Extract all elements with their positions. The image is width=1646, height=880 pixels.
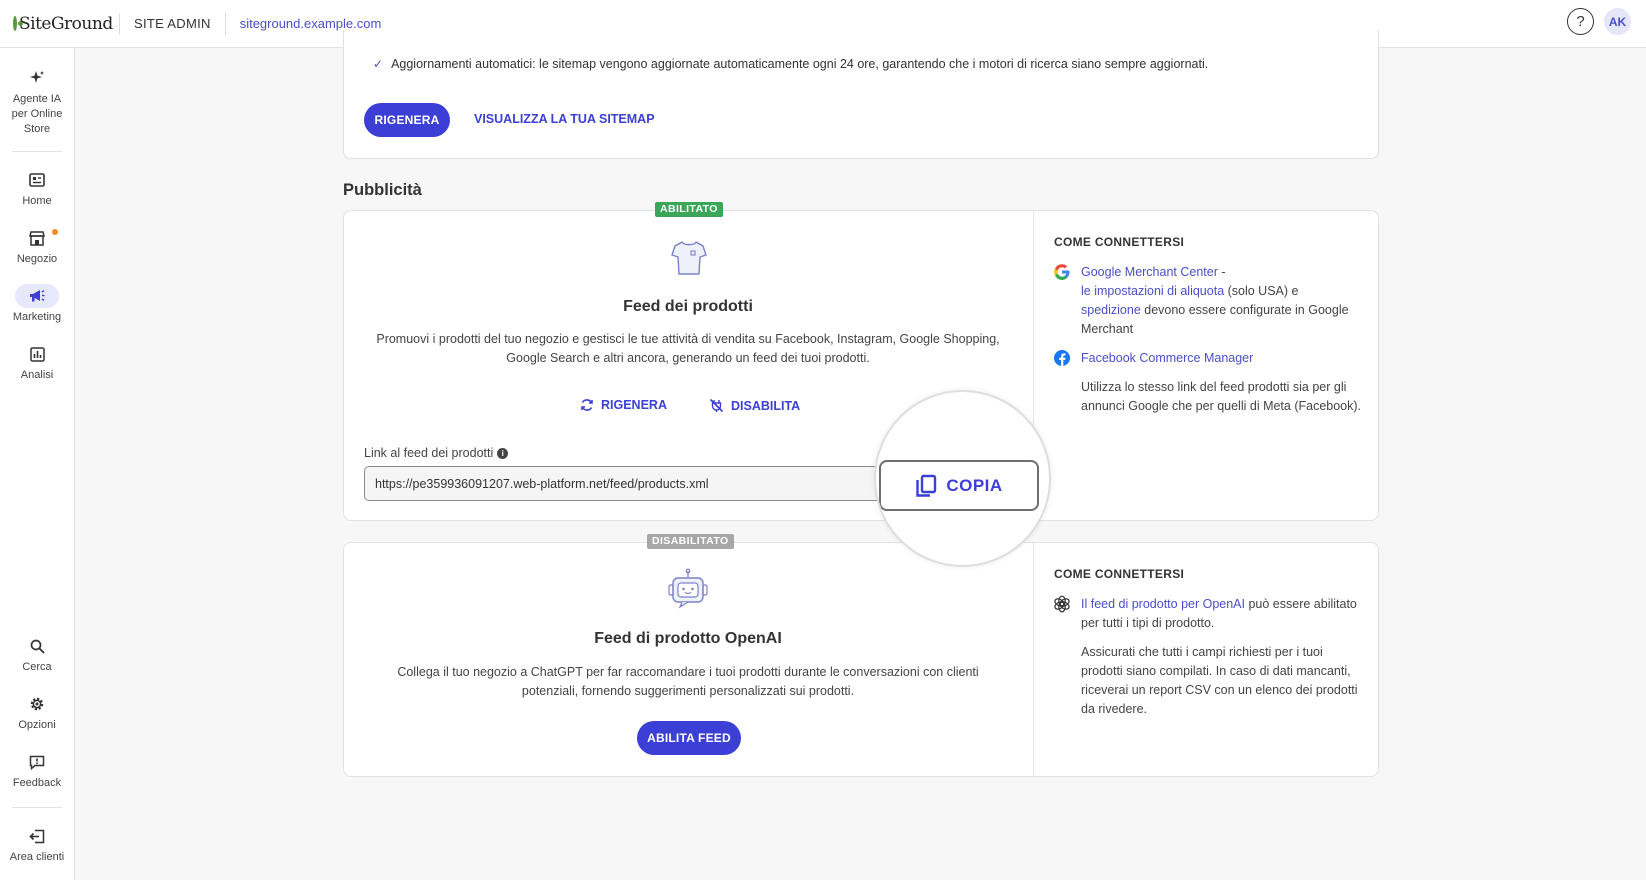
logo-text: SiteGround [19,13,113,34]
avatar[interactable]: AK [1604,8,1631,35]
chart-icon [15,342,59,366]
magnifier-overlay: COPIA [874,390,1051,567]
google-separator: - [1217,265,1226,279]
feed-regenerate-button[interactable]: RIGENERA [580,398,667,412]
sidebar-item-analytics[interactable]: Analisi [0,342,74,383]
sitemap-check-line: ✓ Aggiornamenti automatici: le sitemap v… [373,57,1208,71]
enable-feed-button[interactable]: ABILITA FEED [637,721,741,755]
sidebar-item-ai-agent[interactable]: Agente IA per Online Store [0,66,74,137]
robot-icon [666,568,710,617]
sidebar-item-options[interactable]: Opzioni [0,692,74,733]
status-badge: ABILITATO [655,202,723,217]
checkmark-icon: ✓ [373,57,384,71]
feed-url-value: https://pe359936091207.web-platform.net/… [375,476,709,491]
view-sitemap-label: VISUALIZZA LA TUA SITEMAP [474,112,655,126]
domain-link[interactable]: siteground.example.com [240,16,382,31]
openai-icon [1053,595,1071,613]
feed-regenerate-label: RIGENERA [601,398,667,412]
sidebar-item-home[interactable]: Home [0,168,74,209]
google-merchant-link[interactable]: Google Merchant Center [1081,265,1218,279]
facebook-commerce-link[interactable]: Facebook Commerce Manager [1081,351,1253,365]
divider [12,151,62,152]
openai-note: Assicurati che tutti i campi richiesti p… [1081,645,1358,716]
refresh-icon [581,399,593,411]
sidebar-item-feedback[interactable]: Feedback [0,750,74,791]
sitemap-check-text: Aggiornamenti automatici: le sitemap ven… [391,57,1209,71]
plug-off-icon [709,398,724,413]
divider [119,12,120,35]
divider [1033,543,1034,776]
copy-label: COPIA [946,475,1003,495]
feed-link-label-text: Link al feed dei prodotti [364,446,494,460]
sidebar-item-label: Home [22,195,52,207]
sidebar-item-search[interactable]: Cerca [0,634,74,675]
openai-instructions: Il feed di prodotto per OpenAI può esser… [1081,595,1366,633]
view-sitemap-link[interactable]: VISUALIZZA LA TUA SITEMAP [474,112,655,126]
section-title: Pubblicità [343,181,422,199]
sidebar-item-label: Cerca [22,661,52,673]
sidebar-item-label: Area clienti [9,851,65,863]
divider [12,807,62,808]
sidebar-item-store[interactable]: Negozio [0,226,74,267]
help-button[interactable]: ? [1567,8,1594,35]
copy-button[interactable]: COPIA [879,460,1039,511]
tax-settings-link[interactable]: le impostazioni di aliquota [1081,284,1224,298]
dashboard-icon [15,168,59,192]
product-feed-title: Feed dei prodotti [623,298,753,315]
gear-icon [15,692,59,716]
feed-disable-label: DISABILITA [731,398,801,413]
openai-feed-link[interactable]: Il feed di prodotto per OpenAI [1081,597,1245,611]
sidebar-item-label: Agente IA per Online Store [11,93,63,135]
sidebar: Agente IA per Online Store Home Negozio … [0,48,75,880]
shipping-link[interactable]: spedizione [1081,303,1141,317]
siteground-logo[interactable]: SiteGround [13,14,113,34]
openai-feed-title: Feed di prodotto OpenAI [594,630,782,647]
sidebar-item-label: Negozio [16,253,58,265]
sidebar-item-label: Analisi [20,369,54,381]
facebook-instructions: Facebook Commerce Manager [1081,349,1361,368]
section-label: SITE ADMIN [134,16,211,31]
sitemap-card [343,30,1379,159]
how-to-connect-heading: COME CONNETTERSI [1054,235,1185,249]
openai-feed-description: Collega il tuo negozio a ChatGPT per far… [397,665,979,698]
notification-dot [52,229,58,235]
sparkle-icon [15,66,59,90]
facebook-icon [1053,349,1071,367]
divider [224,12,226,35]
copy-icon [916,474,937,497]
feed-link-label: Link al feed dei prodotti i [364,446,509,460]
sidebar-item-label: Marketing [12,311,62,323]
logo-mark-icon [13,16,23,31]
product-feed-description: Promuovi i prodotti del tuo negozio e ge… [376,332,1000,365]
feed-disable-button[interactable]: DISABILITA [709,398,800,413]
sidebar-item-client-area[interactable]: Area clienti [0,824,74,865]
sidebar-item-label: Feedback [12,777,62,789]
feedback-icon [15,750,59,774]
status-badge: DISABILITATO [647,534,734,549]
info-icon[interactable]: i [497,447,509,459]
tax-text: (solo USA) e [1224,284,1299,298]
exit-icon [15,824,59,848]
google-icon [1053,263,1071,281]
sitemap-regenerate-button[interactable]: RIGENERA [364,103,450,137]
feed-note: Utilizza lo stesso link del feed prodott… [1081,380,1362,413]
sidebar-item-marketing[interactable]: Marketing [0,284,74,325]
how-to-connect-heading: COME CONNETTERSI [1054,567,1185,581]
megaphone-icon [15,284,59,308]
sidebar-item-label: Opzioni [18,719,56,731]
search-icon [15,634,59,658]
tshirt-icon [669,238,709,283]
google-merchant-instructions: Google Merchant Center - le impostazioni… [1081,263,1361,339]
